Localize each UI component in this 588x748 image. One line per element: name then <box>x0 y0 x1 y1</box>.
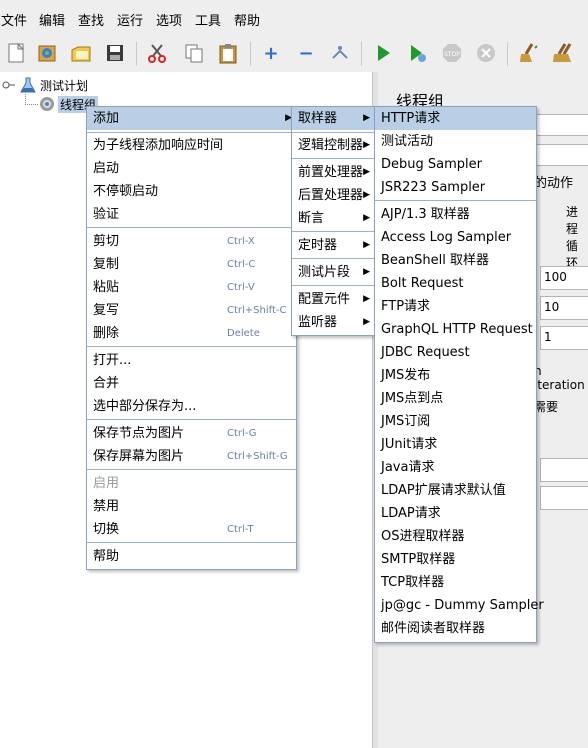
sampler-item[interactable]: Java请求 <box>375 456 536 479</box>
menu-item-duplicate[interactable]: 复写 Ctrl+Shift-C <box>87 299 296 322</box>
expand-icon[interactable]: + <box>257 39 285 67</box>
tree-toggle-icon[interactable] <box>2 78 16 92</box>
sampler-item[interactable]: JDBC Request <box>375 341 536 364</box>
submenu-item-timer[interactable]: 定时器 ▶ <box>292 234 374 257</box>
loop-radio-label: 进程循环 <box>566 205 579 270</box>
sampler-item[interactable]: Access Log Sampler <box>375 226 536 249</box>
sampler-item[interactable]: LDAP请求 <box>375 502 536 525</box>
submenu-item-config-element[interactable]: 配置元件 ▶ <box>292 288 374 311</box>
toggle-icon[interactable] <box>326 39 354 67</box>
sampler-submenu: HTTP请求 测试活动 Debug Sampler JSR223 Sampler… <box>374 106 544 643</box>
sampler-item[interactable]: TCP取样器 <box>375 571 536 594</box>
sampler-item[interactable]: HTTP请求 <box>375 107 536 130</box>
menu-item-add-think-times[interactable]: 为子线程添加响应时间 <box>87 134 296 157</box>
menu-item-validate[interactable]: 验证 <box>87 203 296 226</box>
sampler-item[interactable]: Debug Sampler <box>375 153 536 176</box>
sampler-item[interactable]: JMS点到点 <box>375 387 536 410</box>
toolbar: + − STOP <box>0 36 588 73</box>
menu-item-add[interactable]: 添加 ▶ <box>87 107 296 130</box>
stop-icon[interactable]: STOP <box>438 39 466 67</box>
startup-delay-input[interactable] <box>540 486 588 510</box>
menu-bar: 文件 编辑 查找 运行 选项 工具 帮助 <box>0 0 588 36</box>
sampler-item[interactable]: LDAP扩展请求默认值 <box>375 479 536 502</box>
menu-item-merge[interactable]: 合并 <box>87 372 296 395</box>
comments-field[interactable] <box>534 144 588 166</box>
save-icon[interactable] <box>101 39 129 67</box>
sampler-item[interactable]: SMTP取样器 <box>375 548 536 571</box>
sampler-item[interactable]: JUnit请求 <box>375 433 536 456</box>
add-submenu: 取样器 ▶ 逻辑控制器 ▶ 前置处理器 ▶ 后置处理器 ▶ 断言 ▶ 定时器 ▶ 测试片段 ▶… <box>291 106 375 336</box>
sampler-item[interactable]: JMS发布 <box>375 364 536 387</box>
submenu-item-post-processor[interactable]: 后置处理器 ▶ <box>292 184 374 207</box>
menu-item-save-selection-as[interactable]: 选中部分保存为... <box>87 395 296 418</box>
menu-item-disable[interactable]: 禁用 <box>87 495 296 518</box>
new-icon[interactable] <box>2 39 30 67</box>
sampler-item[interactable]: 邮件阅读者取样器 <box>375 617 536 640</box>
menu-item-start-no-pause[interactable]: 不停顿启动 <box>87 180 296 203</box>
clear-icon[interactable] <box>514 39 542 67</box>
sampler-item[interactable]: FTP请求 <box>375 295 536 318</box>
menu-help[interactable]: 帮助 <box>234 10 260 29</box>
templates-icon[interactable] <box>33 39 61 67</box>
menu-edit[interactable]: 编辑 <box>39 10 65 29</box>
sampler-item[interactable]: 测试活动 <box>375 130 536 153</box>
delay-label: 需要 <box>534 400 559 414</box>
duration-input[interactable] <box>540 458 588 482</box>
menu-options[interactable]: 选项 <box>156 10 182 29</box>
shutdown-icon[interactable] <box>472 39 500 67</box>
menu-item-enable: 启用 <box>93 476 120 491</box>
same-user-iteration-label: n iteration <box>534 364 585 392</box>
paste-icon[interactable] <box>214 39 242 67</box>
menu-item-help[interactable]: 帮助 <box>87 545 296 568</box>
menu-item-paste[interactable]: 粘贴 Ctrl-V <box>87 276 296 299</box>
threads-input[interactable]: 100 <box>540 266 588 290</box>
action-label: 的动作 <box>534 176 574 191</box>
menu-item-save-node-image[interactable]: 保存节点为图片 Ctrl-G <box>87 422 296 445</box>
flask-icon <box>19 76 37 94</box>
collapse-icon[interactable]: − <box>292 39 320 67</box>
menu-item-delete[interactable]: 删除 Delete <box>87 322 296 345</box>
copy-icon[interactable] <box>180 39 208 67</box>
loop-count-input[interactable]: 1 <box>540 326 588 350</box>
context-menu: 添加 ▶ 为子线程添加响应时间 启动 不停顿启动 验证 剪切 Ctrl-X 复制 Ct… <box>86 106 297 570</box>
sampler-item[interactable]: GraphQL HTTP Request <box>375 318 536 341</box>
submenu-item-logic-controller[interactable]: 逻辑控制器 ▶ <box>292 134 374 157</box>
sampler-item[interactable]: OS进程取样器 <box>375 525 536 548</box>
cut-icon[interactable] <box>143 39 171 67</box>
start-icon[interactable] <box>369 39 397 67</box>
submenu-item-listener[interactable]: 监听器 ▶ <box>292 311 374 334</box>
sampler-item[interactable]: BeanShell 取样器 <box>375 249 536 272</box>
sampler-item[interactable]: jp@gc - Dummy Sampler <box>375 594 544 617</box>
submenu-item-test-fragment[interactable]: 测试片段 ▶ <box>292 261 374 284</box>
menu-item-copy[interactable]: 复制 Ctrl-C <box>87 253 296 276</box>
menu-search[interactable]: 查找 <box>78 10 104 29</box>
menu-run[interactable]: 运行 <box>117 10 143 29</box>
menu-file[interactable]: 文件 <box>1 10 27 29</box>
menu-item-toggle[interactable]: 切换 Ctrl-T <box>87 518 296 541</box>
menu-item-open[interactable]: 打开... <box>87 349 296 372</box>
sampler-item[interactable]: JMS订阅 <box>375 410 536 433</box>
start-no-pause-icon[interactable] <box>403 39 431 67</box>
sampler-item[interactable]: AJP/1.3 取样器 <box>375 203 536 226</box>
submenu-item-pre-processor[interactable]: 前置处理器 ▶ <box>292 161 374 184</box>
submenu-item-sampler[interactable]: 取样器 ▶ <box>292 107 374 130</box>
svg-text:STOP: STOP <box>444 51 460 58</box>
submenu-item-assertion[interactable]: 断言 ▶ <box>292 207 374 230</box>
open-icon[interactable] <box>67 39 95 67</box>
menu-item-start[interactable]: 启动 <box>87 157 296 180</box>
name-field[interactable] <box>534 114 588 136</box>
gear-icon <box>38 95 56 113</box>
tree-node-test-plan[interactable]: 测试计划 <box>40 77 88 94</box>
sampler-item[interactable]: Bolt Request <box>375 272 536 295</box>
rampup-input[interactable]: 10 <box>540 296 588 320</box>
sampler-item[interactable]: JSR223 Sampler <box>375 176 536 199</box>
menu-item-save-screen-image[interactable]: 保存屏幕为图片 Ctrl+Shift-G <box>87 445 296 468</box>
menu-item-cut[interactable]: 剪切 Ctrl-X <box>87 230 296 253</box>
menu-tools[interactable]: 工具 <box>195 10 221 29</box>
clear-all-icon[interactable] <box>549 39 577 67</box>
